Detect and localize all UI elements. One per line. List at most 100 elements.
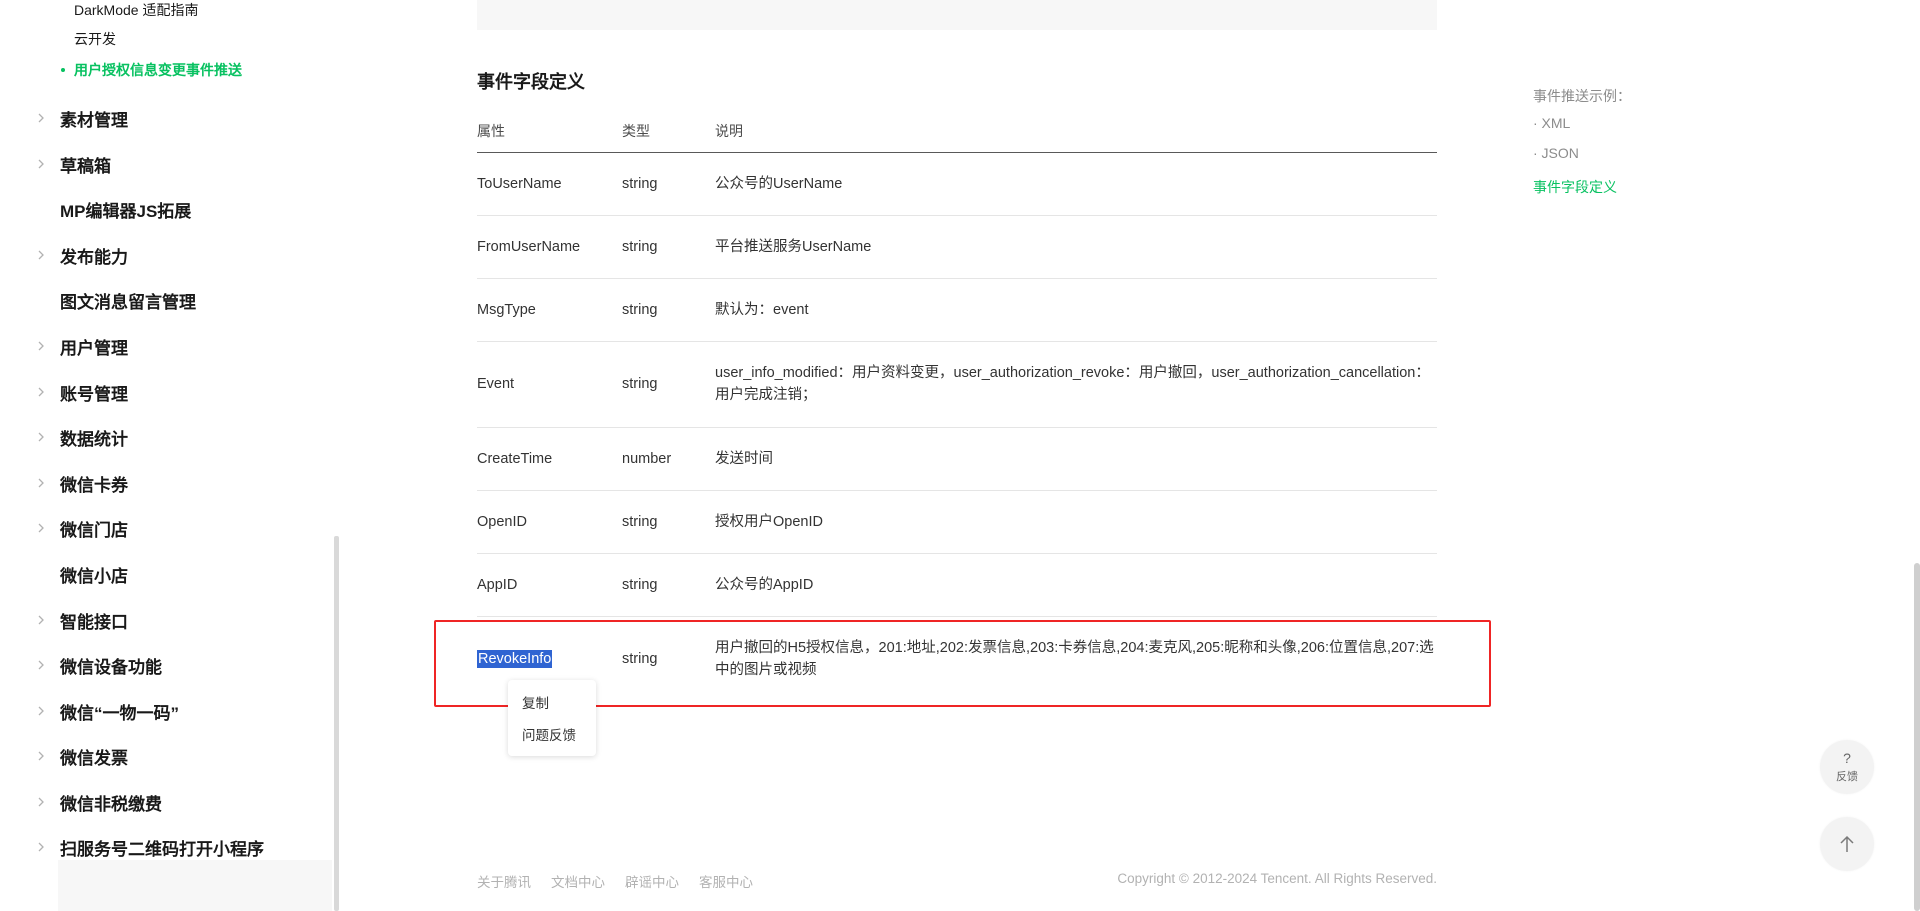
page-scrollbar-thumb[interactable]	[1914, 563, 1920, 911]
chevron-right-icon	[38, 706, 44, 716]
footer-link-about[interactable]: 关于腾讯	[477, 871, 531, 891]
toc-title: 事件推送示例：	[1533, 88, 1631, 104]
chevron-right-icon	[38, 842, 44, 852]
sidebar-item-account[interactable]: 账号管理	[0, 374, 332, 410]
chevron-right-icon	[38, 341, 44, 351]
sidebar-subitem-darkmode[interactable]: DarkMode 适配指南	[74, 0, 198, 20]
sidebar-scrollbar-thumb[interactable]	[334, 536, 339, 911]
sidebar-subitem-cloud[interactable]: 云开发	[74, 29, 116, 49]
table-row: AppID string 公众号的AppID	[477, 554, 1437, 617]
sidebar-item-qr-miniprogram[interactable]: 扫服务号二维码打开小程序	[0, 829, 332, 865]
sidebar-item-label: 图文消息留言管理	[60, 292, 196, 312]
question-icon: ?	[1843, 750, 1851, 766]
sidebar-item-label: 微信设备功能	[60, 657, 162, 677]
footer-link-docs[interactable]: 文档中心	[551, 871, 605, 891]
sidebar-item-label: 用户管理	[60, 338, 128, 358]
section-title: 事件字段定义	[477, 72, 585, 92]
toc-item-json[interactable]: · JSON	[1533, 145, 1579, 161]
copyright: Copyright © 2012-2024 Tencent. All Right…	[1117, 871, 1437, 886]
cell-attribute: ToUserName	[477, 176, 562, 192]
cell-type: string	[622, 514, 658, 530]
cell-type: string	[622, 239, 658, 255]
cell-attribute: FromUserName	[477, 239, 581, 255]
context-menu: 复制 问题反馈	[508, 680, 596, 756]
chevron-right-icon	[38, 250, 44, 260]
sidebar: DarkMode 适配指南 云开发 用户授权信息变更事件推送 素材管理 草稿箱 …	[0, 0, 332, 911]
cell-description: 默认为：event	[715, 302, 809, 318]
toc-item-field-definition[interactable]: 事件字段定义	[1533, 177, 1617, 197]
sidebar-item-cards[interactable]: 微信卡券	[0, 465, 332, 501]
chevron-right-icon	[38, 660, 44, 670]
sidebar-footer-band	[58, 860, 332, 911]
sidebar-subitem-auth-change-event[interactable]: 用户授权信息变更事件推送	[61, 60, 242, 80]
cell-attribute: OpenID	[477, 514, 527, 530]
sidebar-item-label: 草稿箱	[60, 156, 111, 176]
cell-description: 授权用户OpenID	[715, 514, 823, 530]
chevron-right-icon	[38, 387, 44, 397]
sidebar-item-stores[interactable]: 微信门店	[0, 510, 332, 546]
sidebar-item-label: 扫服务号二维码打开小程序	[60, 839, 264, 859]
table-row: ToUserName string 公众号的UserName	[477, 153, 1437, 216]
sidebar-item-smart-api[interactable]: 智能接口	[0, 602, 332, 638]
chevron-right-icon	[38, 432, 44, 442]
table-row: MsgType string 默认为：event	[477, 279, 1437, 342]
code-block-bottom	[477, 0, 1437, 30]
sidebar-item-material[interactable]: 素材管理	[0, 100, 332, 136]
table-row: FromUserName string 平台推送服务UserName	[477, 216, 1437, 279]
cell-description: user_info_modified：用户资料变更，user_authoriza…	[715, 365, 1430, 403]
context-menu-feedback[interactable]: 问题反馈	[522, 724, 576, 744]
sidebar-item-users[interactable]: 用户管理	[0, 328, 332, 364]
sidebar-item-statistics[interactable]: 数据统计	[0, 419, 332, 455]
column-header-attribute: 属性	[477, 123, 505, 139]
cell-attribute: Event	[477, 376, 515, 392]
sidebar-item-label: 账号管理	[60, 384, 128, 404]
arrow-up-icon	[1840, 835, 1854, 852]
sidebar-item-invoice[interactable]: 微信发票	[0, 738, 332, 774]
feedback-button[interactable]: ? 反馈	[1820, 740, 1874, 794]
sidebar-item-non-tax[interactable]: 微信非税缴费	[0, 784, 332, 820]
sidebar-item-mp-editor[interactable]: MP编辑器JS拓展	[0, 191, 332, 227]
cell-description: 平台推送服务UserName	[715, 239, 872, 255]
context-menu-copy[interactable]: 复制	[522, 692, 549, 712]
sidebar-item-label: 微信小店	[60, 566, 128, 586]
sidebar-item-comments[interactable]: 图文消息留言管理	[0, 282, 332, 318]
chevron-right-icon	[38, 159, 44, 169]
active-dot-icon	[61, 68, 65, 72]
cell-description: 公众号的AppID	[715, 577, 814, 593]
chevron-right-icon	[38, 523, 44, 533]
footer-link-service[interactable]: 客服中心	[699, 871, 753, 891]
chevron-right-icon	[38, 615, 44, 625]
table-row: Event string user_info_modified：用户资料变更，u…	[477, 342, 1437, 428]
feedback-label: 反馈	[1836, 771, 1858, 783]
table-row: CreateTime number 发送时间	[477, 428, 1437, 491]
sidebar-subitem-label: 用户授权信息变更事件推送	[74, 62, 242, 78]
sidebar-item-drafts[interactable]: 草稿箱	[0, 146, 332, 182]
sidebar-item-label: 微信非税缴费	[60, 794, 162, 814]
cell-type: string	[622, 376, 658, 392]
back-to-top-button[interactable]	[1820, 817, 1874, 871]
column-header-description: 说明	[715, 123, 743, 139]
cell-type: string	[622, 577, 658, 593]
sidebar-item-label: 微信发票	[60, 748, 128, 768]
cell-type: number	[622, 451, 672, 467]
sidebar-item-label: 数据统计	[60, 429, 128, 449]
sidebar-item-one-code[interactable]: 微信“一物一码”	[0, 693, 332, 729]
sidebar-item-devices[interactable]: 微信设备功能	[0, 647, 332, 683]
sidebar-item-label: 发布能力	[60, 247, 128, 267]
cell-description: 发送时间	[715, 451, 773, 467]
sidebar-item-label: 微信门店	[60, 520, 128, 540]
sidebar-item-publish[interactable]: 发布能力	[0, 237, 332, 273]
sidebar-item-mini-store[interactable]: 微信小店	[0, 556, 332, 592]
cell-attribute: MsgType	[477, 302, 536, 318]
sidebar-item-label: 微信“一物一码”	[60, 703, 179, 723]
chevron-right-icon	[38, 751, 44, 761]
cell-type: string	[622, 302, 658, 318]
toc-item-xml[interactable]: · XML	[1533, 115, 1570, 131]
sidebar-item-label: MP编辑器JS拓展	[60, 201, 192, 221]
chevron-right-icon	[38, 478, 44, 488]
cell-attribute: AppID	[477, 577, 518, 593]
cell-attribute: CreateTime	[477, 451, 553, 467]
cell-description: 公众号的UserName	[715, 176, 843, 192]
chevron-right-icon	[38, 113, 44, 123]
footer-link-rumor[interactable]: 辟谣中心	[625, 871, 679, 891]
